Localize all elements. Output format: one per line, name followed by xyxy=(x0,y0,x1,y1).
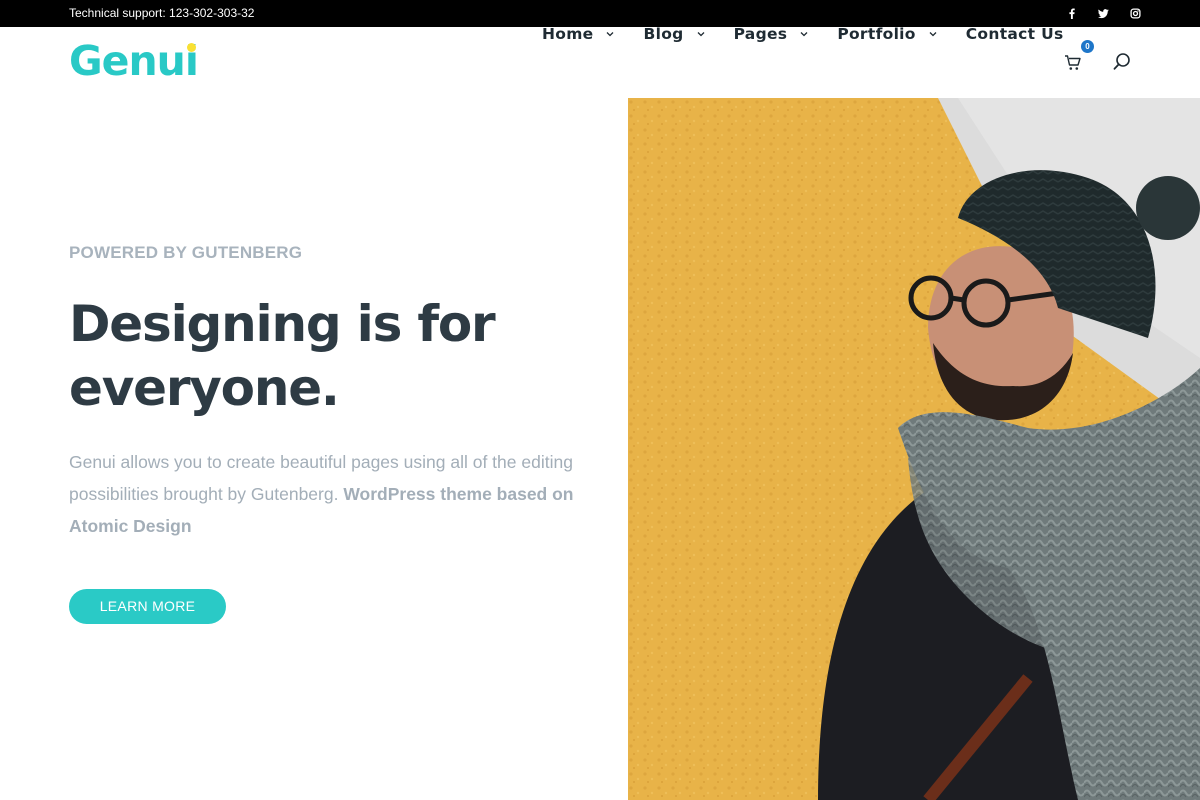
nav-item-home[interactable]: Home xyxy=(542,25,615,43)
search-icon[interactable] xyxy=(1112,52,1132,72)
facebook-icon[interactable] xyxy=(1064,5,1078,21)
site-logo[interactable]: Genui xyxy=(69,37,199,85)
headline-line-1: Designing is for xyxy=(69,295,496,353)
nav-label-pages: Pages xyxy=(733,25,788,43)
learn-more-button[interactable]: LEARN MORE xyxy=(69,589,226,624)
chevron-down-icon xyxy=(800,32,808,37)
chevron-down-icon xyxy=(697,32,705,37)
logo-text: Genu xyxy=(69,37,186,85)
nav-item-blog[interactable]: Blog xyxy=(643,25,705,43)
hero-description: Genui allows you to create beautiful pag… xyxy=(69,446,589,542)
nav-label-portfolio: Portfolio xyxy=(837,25,916,43)
top-bar: Technical support: 123-302-303-32 xyxy=(0,0,1200,27)
social-links xyxy=(1064,5,1142,21)
instagram-icon[interactable] xyxy=(1128,5,1142,21)
nav-item-pages[interactable]: Pages xyxy=(734,25,810,43)
logo-i: i xyxy=(185,37,199,85)
twitter-icon[interactable] xyxy=(1096,5,1110,21)
cart-count-badge: 0 xyxy=(1081,40,1094,53)
hero-eyebrow: POWERED BY GUTENBERG xyxy=(69,243,303,262)
nav-label-blog: Blog xyxy=(643,25,684,43)
chevron-down-icon xyxy=(929,32,937,37)
nav-label-contact: Contact Us xyxy=(965,25,1064,43)
cart-icon[interactable] xyxy=(1064,54,1082,72)
hero-photo xyxy=(628,98,1200,800)
main-nav: Home Blog Pages Portfolio Contact Us xyxy=(542,25,1063,43)
nav-label-home: Home xyxy=(542,25,594,43)
nav-item-contact[interactable]: Contact Us xyxy=(966,25,1064,43)
chevron-down-icon xyxy=(607,32,614,37)
hero-headline: Designing is for everyone. xyxy=(69,292,589,420)
nav-item-portfolio[interactable]: Portfolio xyxy=(837,25,937,43)
headline-line-2: everyone. xyxy=(69,359,340,417)
support-text: Technical support: 123-302-303-32 xyxy=(69,6,255,20)
